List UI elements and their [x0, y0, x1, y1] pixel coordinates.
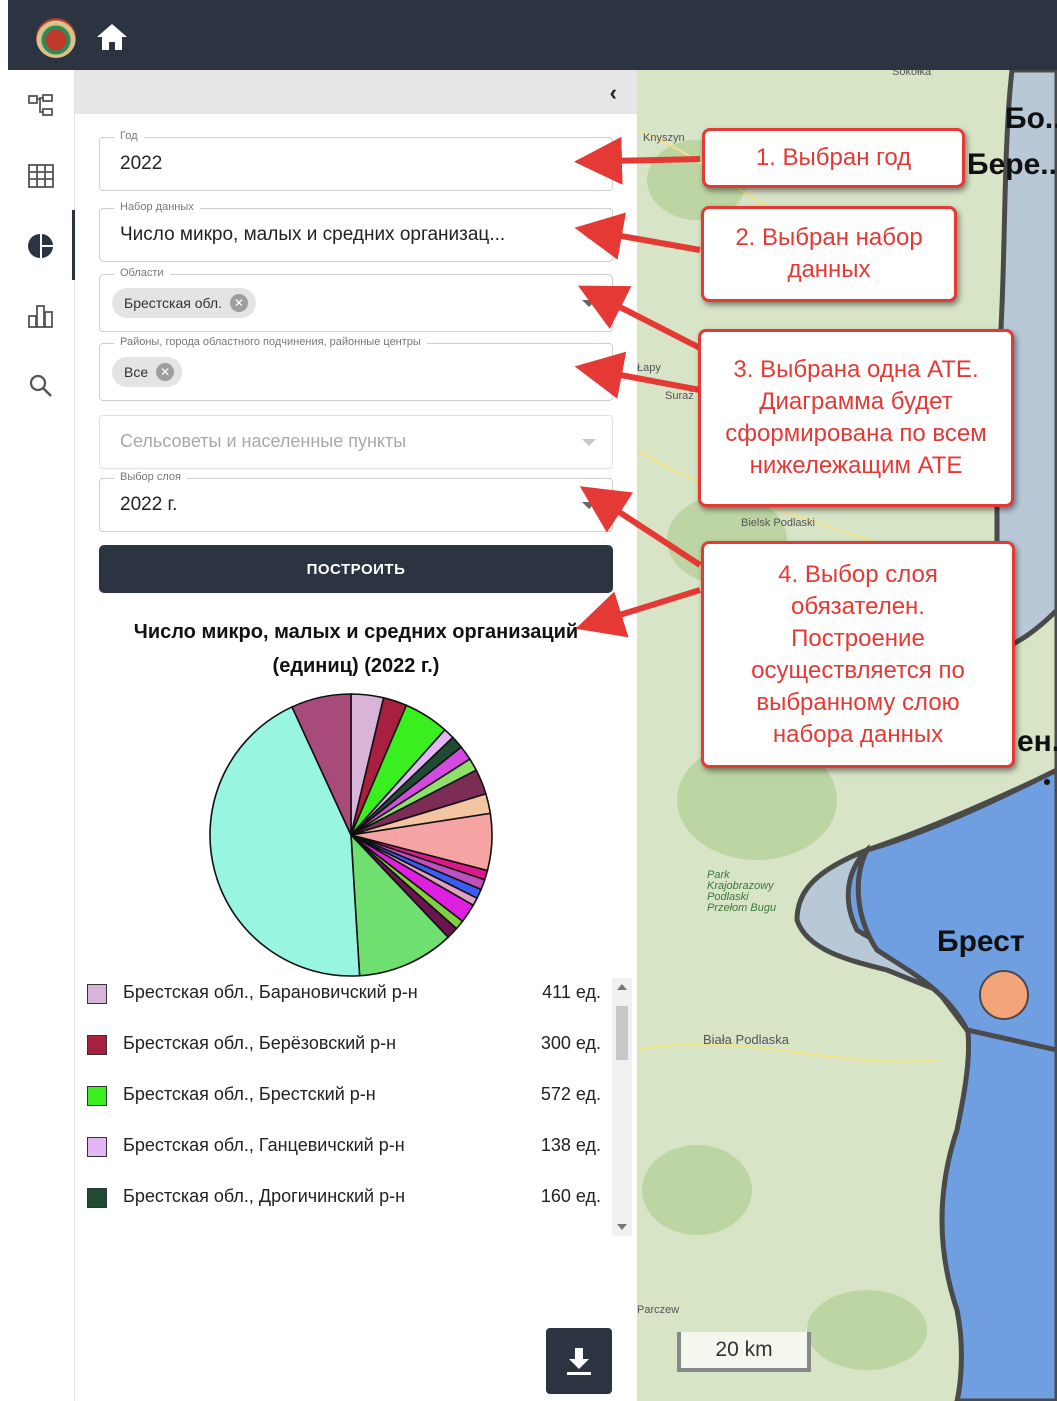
- legend-value: 572 ед.: [540, 1084, 601, 1104]
- map-label: Biała Podlaska: [703, 1032, 789, 1047]
- legend-label: Брестская обл., Берёзовский р-н: [123, 1033, 397, 1053]
- search-icon[interactable]: [8, 358, 74, 414]
- map-scale: 20 km: [677, 1332, 811, 1372]
- map-label: Parczew: [637, 1304, 680, 1316]
- districts-label: Районы, города областного подчинения, ра…: [114, 336, 427, 348]
- chart-legend: Брестская обл., Барановичский р-н 411 ед…: [75, 976, 635, 1236]
- region-chip-label: Брестская обл.: [124, 295, 222, 311]
- legend-swatch: [87, 984, 107, 1004]
- layer-value: 2022 г.: [120, 494, 178, 515]
- collapse-panel-button[interactable]: ‹: [610, 80, 617, 106]
- map-label: Knyszyn: [643, 132, 685, 144]
- legend-swatch: [87, 1035, 107, 1055]
- legend-scrollbar[interactable]: [612, 978, 632, 1236]
- villages-select[interactable]: Сельсоветы и населенные пункты: [99, 415, 613, 469]
- bar-chart-icon[interactable]: [8, 288, 74, 344]
- panel-header: ‹: [75, 70, 637, 114]
- scroll-thumb[interactable]: [616, 1006, 628, 1060]
- dataset-label: Набор данных: [114, 201, 200, 213]
- legend-row: Брестская обл., Дрогичинский р-н 160 ед.: [87, 1184, 601, 1234]
- legend-value: 300 ед.: [540, 1033, 601, 1053]
- chevron-down-icon[interactable]: [582, 161, 596, 168]
- map-label: Park Krajobrazowy Podlaski Przełom Bugu: [707, 869, 777, 914]
- districts-select[interactable]: Районы, города областного подчинения, ра…: [99, 336, 613, 401]
- legend-label: Брестская обл., Ганцевичский р-н: [123, 1135, 405, 1155]
- chart-panel: ‹ Год 2022 Набор данных Число микро, мал…: [75, 70, 637, 1401]
- pie-chart-icon[interactable]: [8, 218, 74, 274]
- layer-select[interactable]: Выбор слоя 2022 г.: [99, 471, 613, 532]
- chart-title: Число микро, малых и средних организаций…: [95, 615, 617, 683]
- legend-value: 160 ед.: [540, 1186, 601, 1206]
- legend-value: 411 ед.: [542, 982, 601, 1002]
- city-label: ен...: [1017, 725, 1057, 758]
- chevron-down-icon[interactable]: [582, 369, 596, 376]
- hierarchy-icon[interactable]: [8, 78, 74, 134]
- city-label: Брест: [937, 925, 1025, 958]
- district-chip-label: Все: [124, 364, 149, 380]
- tool-rail: [8, 70, 75, 1401]
- chevron-down-icon: [582, 439, 596, 446]
- pie-chart: [209, 693, 493, 977]
- legend-row: Брестская обл., Ганцевичский р-н 138 ед.: [87, 1133, 601, 1183]
- chevron-down-icon[interactable]: [582, 300, 596, 307]
- legend-swatch: [87, 1086, 107, 1106]
- district-chip: Все ✕: [112, 357, 183, 387]
- villages-placeholder: Сельсоветы и населенные пункты: [120, 431, 407, 451]
- chart-title-line1: Число микро, малых и средних организаций: [133, 621, 579, 643]
- legend-label: Брестская обл., Барановичский р-н: [123, 982, 418, 1002]
- chevron-down-icon[interactable]: [582, 232, 596, 239]
- map-label: Bielsk Podlaski: [741, 517, 815, 529]
- download-icon: [567, 1348, 591, 1375]
- dataset-select[interactable]: Набор данных Число микро, малых и средни…: [99, 201, 613, 262]
- map-label: Suraż: [665, 390, 694, 402]
- year-label: Год: [114, 130, 144, 142]
- city-label: Бере...: [967, 148, 1057, 181]
- chevron-down-icon[interactable]: [582, 502, 596, 509]
- coat-of-arms-logo[interactable]: [36, 18, 76, 58]
- regions-label: Области: [114, 267, 170, 279]
- window-edge: [0, 0, 8, 1401]
- chart-title-line2: (единиц) (2022 г.): [272, 655, 440, 677]
- callout-4: 4. Выбор слоя обязателен. Построение осу…: [701, 541, 1015, 768]
- regions-select[interactable]: Области Брестская обл. ✕: [99, 267, 613, 332]
- legend-row: Брестская обл., Брестский р-н 572 ед.: [87, 1082, 601, 1132]
- build-button[interactable]: ПОСТРОИТЬ: [99, 545, 613, 593]
- legend-swatch: [87, 1188, 107, 1208]
- callout-3: 3. Выбрана одна АТЕ. Диаграмма будет сфо…: [698, 329, 1014, 507]
- region-chip: Брестская обл. ✕: [112, 288, 256, 318]
- app-header: [0, 0, 1057, 70]
- map-label: Łapy: [637, 362, 661, 374]
- legend-swatch: [87, 1137, 107, 1157]
- table-grid-icon[interactable]: [8, 148, 74, 204]
- callout-1: 1. Выбран год: [702, 128, 965, 188]
- layer-label: Выбор слоя: [114, 471, 187, 483]
- remove-chip-icon[interactable]: ✕: [229, 294, 248, 312]
- legend-label: Брестская обл., Дрогичинский р-н: [123, 1186, 406, 1206]
- legend-label: Брестская обл., Брестский р-н: [123, 1084, 376, 1104]
- download-button[interactable]: [546, 1328, 612, 1394]
- callout-2: 2. Выбран набор данных: [701, 206, 957, 302]
- remove-chip-icon[interactable]: ✕: [156, 363, 175, 381]
- year-value: 2022: [120, 153, 163, 174]
- scroll-down-icon[interactable]: [617, 1224, 627, 1230]
- legend-value: 138 ед.: [540, 1135, 601, 1155]
- year-select[interactable]: Год 2022: [99, 130, 613, 191]
- scroll-up-icon[interactable]: [617, 984, 627, 990]
- legend-row: Брестская обл., Берёзовский р-н 300 ед.: [87, 1031, 601, 1081]
- city-label: Бо...: [1005, 102, 1057, 135]
- legend-row: Брестская обл., Барановичский р-н 411 ед…: [87, 980, 601, 1030]
- dataset-value: Число микро, малых и средних организац..…: [120, 224, 506, 245]
- map-label: Sokołka: [892, 70, 932, 78]
- home-icon[interactable]: [95, 22, 129, 52]
